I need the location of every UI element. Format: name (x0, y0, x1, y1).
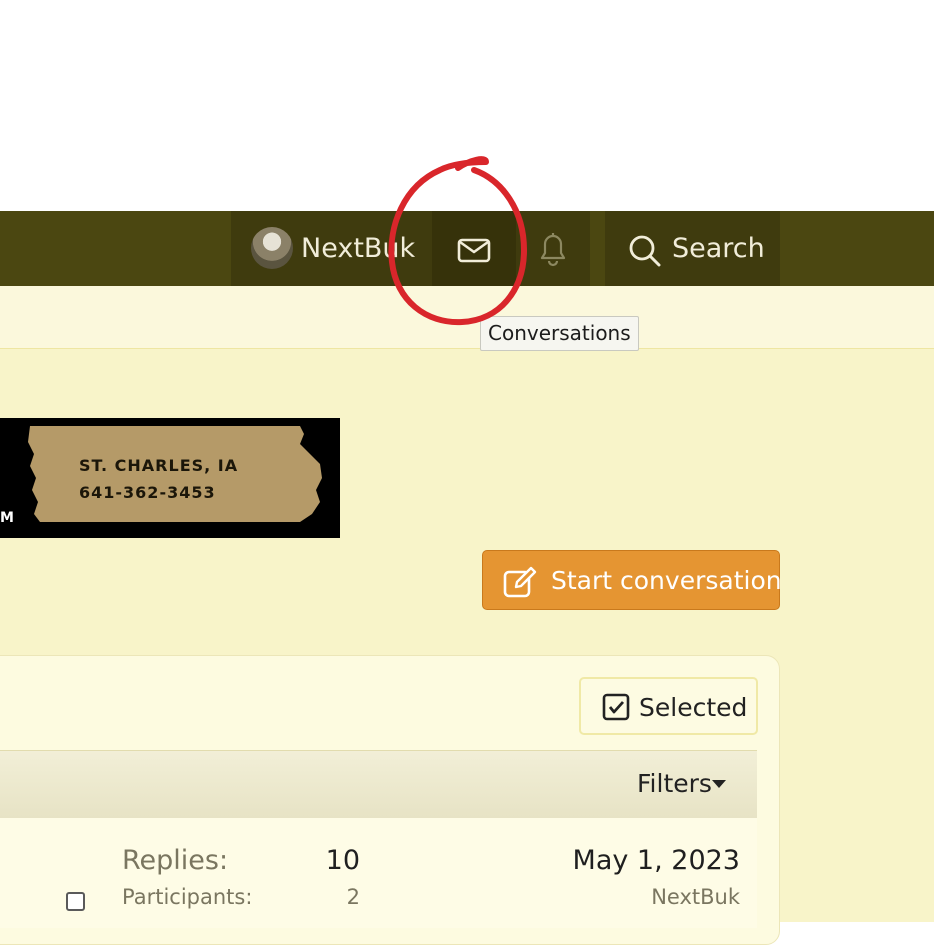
participants-count: 2 (346, 885, 360, 909)
edit-icon (503, 566, 537, 598)
username-label[interactable]: NextBuk (301, 231, 415, 267)
replies-count: 10 (325, 845, 360, 876)
last-message-user[interactable]: NextBuk (500, 883, 740, 911)
banner-phone: 641-362-3453 (79, 483, 216, 502)
checkbox-icon (602, 693, 630, 721)
row-select-checkbox[interactable] (66, 892, 85, 911)
banner-fragment: M (0, 510, 14, 526)
start-conversation-label[interactable]: Start conversation (551, 564, 782, 598)
last-message-date[interactable]: May 1, 2023 (500, 843, 740, 879)
conversations-tooltip: Conversations (480, 316, 639, 351)
participants-label: Participants: (122, 885, 253, 909)
search-icon (629, 235, 661, 267)
sub-navbar (0, 286, 934, 349)
avatar[interactable] (251, 227, 293, 269)
bell-icon (540, 233, 566, 267)
envelope-icon (457, 238, 491, 263)
banner-ad[interactable]: ST. CHARLES, IA 641-362-3453 M (0, 418, 340, 538)
filters-button[interactable]: Filters (637, 768, 712, 800)
iowa-map-shape (28, 426, 322, 522)
caret-down-icon[interactable] (710, 777, 728, 791)
selected-label[interactable]: Selected (639, 692, 747, 724)
search-label[interactable]: Search (672, 231, 765, 267)
conversations-button[interactable] (432, 211, 516, 286)
replies-label: Replies: (122, 845, 229, 876)
alerts-button[interactable] (516, 211, 590, 286)
banner-location: ST. CHARLES, IA (79, 456, 239, 475)
